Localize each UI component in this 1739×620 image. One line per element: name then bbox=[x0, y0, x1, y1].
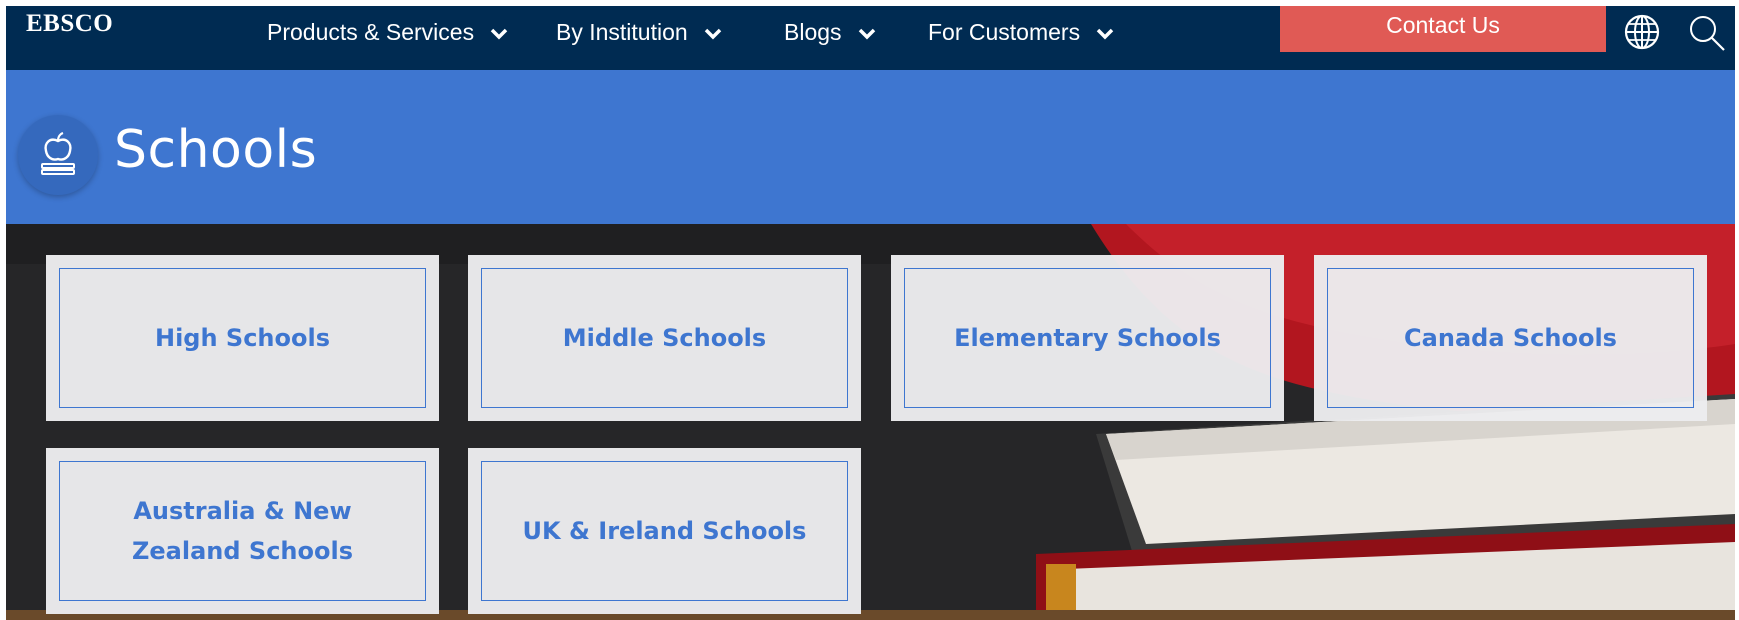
top-navigation: EBSCO Products & Services By Institution… bbox=[6, 6, 1735, 70]
card-uk-ireland-schools[interactable]: UK & Ireland Schools bbox=[468, 448, 861, 614]
globe-icon[interactable] bbox=[1622, 12, 1662, 52]
card-label: Middle Schools bbox=[562, 324, 767, 352]
page-title-band: Schools bbox=[6, 70, 1735, 224]
card-border: Elementary Schools bbox=[904, 268, 1271, 408]
apple-books-icon bbox=[18, 115, 98, 195]
nav-by-institution-label: By Institution bbox=[556, 19, 688, 45]
nav-blogs[interactable]: Blogs bbox=[784, 16, 876, 48]
nav-for-customers[interactable]: For Customers bbox=[928, 16, 1114, 48]
card-border: Middle Schools bbox=[481, 268, 848, 408]
card-label: Canada Schools bbox=[1404, 324, 1617, 352]
card-canada-schools[interactable]: Canada Schools bbox=[1314, 255, 1707, 421]
card-label: Elementary Schools bbox=[954, 324, 1221, 352]
nav-by-institution[interactable]: By Institution bbox=[556, 16, 722, 48]
page-title: Schools bbox=[114, 120, 318, 180]
nav-products-services-label: Products & Services bbox=[267, 19, 475, 45]
card-high-schools[interactable]: High Schools bbox=[46, 255, 439, 421]
card-label: Australia & New Zealand Schools bbox=[131, 497, 353, 565]
chevron-down-icon bbox=[1097, 28, 1114, 40]
ebsco-logo[interactable]: EBSCO bbox=[26, 10, 113, 38]
card-australia-new-zealand-schools[interactable]: Australia & New Zealand Schools bbox=[46, 448, 439, 614]
contact-us-button[interactable]: Contact Us bbox=[1280, 6, 1606, 52]
chevron-down-icon bbox=[858, 28, 876, 40]
card-border: UK & Ireland Schools bbox=[481, 461, 848, 601]
chevron-down-icon bbox=[704, 28, 722, 40]
card-label: UK & Ireland Schools bbox=[522, 517, 807, 545]
card-border: Canada Schools bbox=[1327, 268, 1694, 408]
schools-hero: High Schools Middle Schools Elementary S… bbox=[6, 224, 1735, 620]
page-frame: EBSCO Products & Services By Institution… bbox=[6, 6, 1735, 620]
card-border: High Schools bbox=[59, 268, 426, 408]
nav-for-customers-label: For Customers bbox=[928, 19, 1081, 45]
card-middle-schools[interactable]: Middle Schools bbox=[468, 255, 861, 421]
search-icon[interactable] bbox=[1686, 12, 1726, 52]
card-elementary-schools[interactable]: Elementary Schools bbox=[891, 255, 1284, 421]
nav-products-services[interactable]: Products & Services bbox=[267, 16, 508, 48]
card-label: High Schools bbox=[154, 324, 331, 352]
chevron-down-icon bbox=[491, 28, 508, 40]
card-border: Australia & New Zealand Schools bbox=[59, 461, 426, 601]
nav-blogs-label: Blogs bbox=[784, 19, 842, 45]
